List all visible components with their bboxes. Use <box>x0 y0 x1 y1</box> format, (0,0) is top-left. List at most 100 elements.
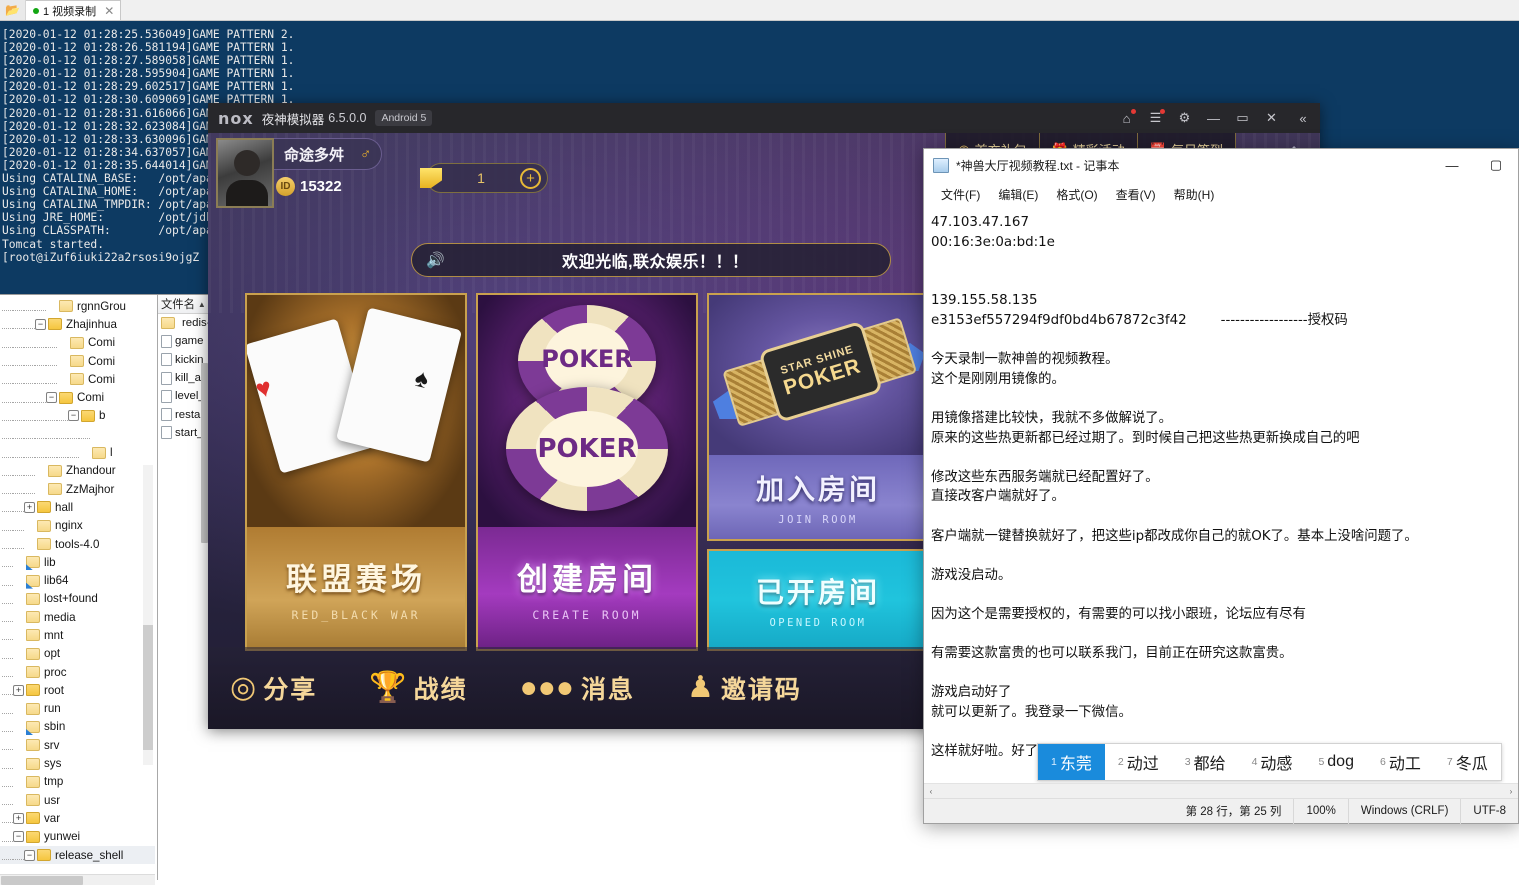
tree-item-Zhandour[interactable]: Zhandour <box>0 462 155 480</box>
currency-pill[interactable]: 1 + <box>420 163 548 193</box>
minimize-icon[interactable]: — <box>1199 103 1228 133</box>
directory-tree[interactable]: rgnnGrou − Zhajinhua Comi Comi Comi − Comi − b l Zh… <box>0 295 155 880</box>
tree-item-run[interactable]: run <box>0 700 155 718</box>
ime-candidate-bar[interactable]: 1 东莞 2 动过 3 都给 4 动感 5 dog 6 动工 7 冬瓜 <box>1037 743 1502 781</box>
tree-expander-icon[interactable]: + <box>13 684 24 696</box>
ime-candidate-6[interactable]: 6 动工 <box>1367 744 1434 780</box>
tree-item-usr[interactable]: usr <box>0 791 155 809</box>
tree-item-Comi[interactable]: Comi <box>0 334 155 352</box>
shirt-icon[interactable]: ⌂ <box>1112 103 1141 133</box>
tree-expander-icon[interactable]: − <box>46 392 57 404</box>
avatar[interactable] <box>216 138 274 208</box>
bottom-bar-战绩[interactable]: 🏆 战绩 <box>369 670 467 706</box>
tree-horizontal-scrollbar[interactable] <box>0 874 155 885</box>
tree-expander-icon[interactable]: + <box>24 501 35 513</box>
file-list-scrollbar[interactable] <box>201 363 208 543</box>
ime-candidate-word: 东莞 <box>1059 756 1092 773</box>
tree-item-media[interactable]: media <box>0 608 155 626</box>
tree-expander-icon[interactable]: − <box>68 410 79 422</box>
tree-item-root[interactable]: + root <box>0 681 155 699</box>
file-list-item[interactable]: game <box>158 332 208 350</box>
open-session-button[interactable]: 📂 <box>0 0 26 20</box>
tree-expander-icon[interactable]: − <box>13 831 24 843</box>
scroll-right-icon[interactable]: › <box>1504 787 1518 796</box>
minimize-button[interactable]: — <box>1430 149 1474 181</box>
tree-item-nginx[interactable]: nginx <box>0 517 155 535</box>
tree-item-b[interactable]: − b <box>0 407 155 425</box>
file-list-item[interactable]: redis- <box>158 314 208 332</box>
tree-item-proc[interactable]: proc <box>0 663 155 681</box>
tree-hscroll-thumb[interactable] <box>1 876 83 885</box>
menu-帮助H[interactable]: 帮助(H) <box>1165 183 1224 206</box>
scroll-left-icon[interactable]: ‹ <box>924 787 938 796</box>
tree-item-Comi[interactable]: Comi <box>0 370 155 388</box>
tree-item-lib64[interactable]: lib64 <box>0 571 155 589</box>
tree-item-lib[interactable]: lib <box>0 553 155 571</box>
tree-item-tools-4.0[interactable]: tools-4.0 <box>0 535 155 553</box>
game-mode-cards[interactable]: ♥ ♠ 联盟赛场 RED_BLACK WAR POKER POKER 创建房间 … <box>245 293 929 651</box>
tree-item-lost+found[interactable]: lost+found <box>0 590 155 608</box>
tree-item-release_shell[interactable]: − release_shell <box>0 845 155 865</box>
tree-item-tmp[interactable]: tmp <box>0 773 155 791</box>
collapse-icon[interactable]: « <box>1286 103 1320 133</box>
bottom-bar-邀请码[interactable]: ♟ 邀请码 <box>687 670 802 706</box>
close-icon[interactable]: ✕ <box>1257 103 1286 133</box>
notepad-menu-bar[interactable]: 文件(F) 编辑(E) 格式(O) 查看(V) 帮助(H) <box>924 181 1518 207</box>
card-create-room[interactable]: POKER POKER 创建房间 CREATE ROOM <box>476 293 698 651</box>
tree-vertical-scrollbar[interactable] <box>143 465 153 765</box>
menu-格式O[interactable]: 格式(O) <box>1047 183 1106 206</box>
card-join-room[interactable]: STAR SHINE POKER 加入房间 JOIN ROOM <box>707 293 929 541</box>
terminal-tab[interactable]: 1 视频录制 ✕ <box>26 0 122 20</box>
tree-item-hall[interactable]: + hall <box>0 498 155 516</box>
tree-item-blank[interactable] <box>0 425 155 443</box>
bottom-bar-消息[interactable]: ●●● 消息 <box>520 670 635 706</box>
notepad-window-controls[interactable]: — ▢ <box>1430 149 1518 181</box>
ime-candidate-4[interactable]: 4 动感 <box>1239 744 1306 780</box>
file-list-header[interactable]: 文件名 ▲ <box>158 295 208 314</box>
tree-item-var[interactable]: + var <box>0 809 155 827</box>
notepad-title-bar[interactable]: *神兽大厅视频教程.txt - 记事本 — ▢ <box>924 149 1518 181</box>
tree-item-ZzMajhor[interactable]: ZzMajhor <box>0 480 155 498</box>
announcement-marquee[interactable]: 🔊 欢迎光临,联众娱乐！！！ <box>411 243 891 277</box>
gear-icon[interactable]: ⚙ <box>1170 103 1199 133</box>
tree-item-mnt[interactable]: mnt <box>0 626 155 644</box>
ime-candidate-1[interactable]: 1 东莞 <box>1038 744 1105 780</box>
tree-scroll-thumb[interactable] <box>143 625 153 750</box>
tree-item-sbin[interactable]: sbin <box>0 718 155 736</box>
tree-expander-icon[interactable]: + <box>13 812 24 824</box>
tree-item-label: media <box>44 610 76 624</box>
tree-item-rgnnGrou[interactable]: rgnnGrou <box>0 297 155 315</box>
column-header-filename[interactable]: 文件名 <box>161 296 195 312</box>
tree-expander-icon[interactable]: − <box>35 318 46 330</box>
menu-文件F[interactable]: 文件(F) <box>932 183 989 206</box>
bottom-bar-分享[interactable]: ◎ 分享 <box>230 670 317 706</box>
notepad-text-area[interactable]: 47.103.47.167 00:16:3e:0a:bd:1e 139.155.… <box>924 207 1518 783</box>
tree-item-sys[interactable]: sys <box>0 754 155 772</box>
tree-item-Comi[interactable]: Comi <box>0 352 155 370</box>
menu-查看V[interactable]: 查看(V) <box>1107 183 1165 206</box>
tree-expander-icon[interactable]: − <box>24 849 35 861</box>
ime-candidate-7[interactable]: 7 冬瓜 <box>1434 744 1501 780</box>
close-icon[interactable]: ✕ <box>104 4 114 18</box>
menu-icon[interactable]: ☰ <box>1141 103 1170 133</box>
notepad-horizontal-scrollbar[interactable]: ‹ › <box>924 783 1518 798</box>
tree-item-Zhajinhua[interactable]: − Zhajinhua <box>0 315 155 333</box>
add-currency-button[interactable]: + <box>520 167 541 189</box>
maximize-icon[interactable]: ▭ <box>1228 103 1257 133</box>
tree-item-yunwei[interactable]: − yunwei <box>0 828 155 846</box>
player-card[interactable]: 命途多舛 ♂ ID 15322 <box>216 138 383 208</box>
maximize-button[interactable]: ▢ <box>1474 149 1518 181</box>
nox-title-bar[interactable]: nox 夜神模拟器 6.5.0.0 Android 5 ⌂ ☰ ⚙ — ▭ ✕ « <box>208 103 1320 133</box>
tree-expander-spacer <box>13 703 24 714</box>
tree-item-srv[interactable]: srv <box>0 736 155 754</box>
card-opened-room[interactable]: 已开房间 OPENED ROOM <box>707 549 929 651</box>
tree-item-l[interactable]: l <box>0 443 155 461</box>
tree-item-Comi[interactable]: − Comi <box>0 388 155 406</box>
ime-candidate-2[interactable]: 2 动过 <box>1105 744 1172 780</box>
nox-window-controls[interactable]: ⌂ ☰ ⚙ — ▭ ✕ « <box>1112 103 1320 133</box>
card-red-black-war[interactable]: ♥ ♠ 联盟赛场 RED_BLACK WAR <box>245 293 467 651</box>
ime-candidate-5[interactable]: 5 dog <box>1305 744 1367 780</box>
tree-item-opt[interactable]: opt <box>0 645 155 663</box>
menu-编辑E[interactable]: 编辑(E) <box>989 183 1047 206</box>
ime-candidate-3[interactable]: 3 都给 <box>1172 744 1239 780</box>
